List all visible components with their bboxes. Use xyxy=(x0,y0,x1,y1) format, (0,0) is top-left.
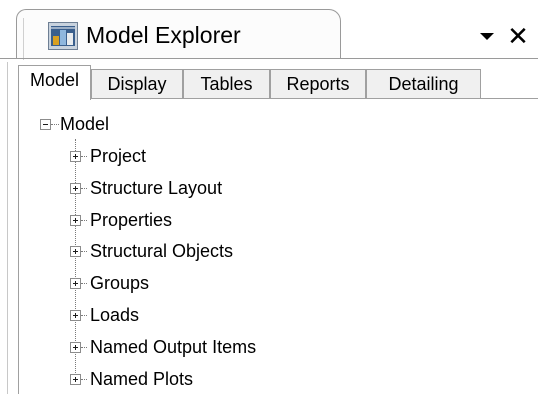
expand-icon[interactable] xyxy=(70,342,81,353)
tree-connector xyxy=(81,156,87,158)
close-icon[interactable]: ✕ xyxy=(505,22,531,50)
tree-connector xyxy=(51,124,59,125)
tree-item-structural-objects[interactable]: Structural Objects xyxy=(90,237,233,265)
title-divider xyxy=(0,58,538,59)
tree-connector xyxy=(81,315,87,317)
tree-item-named-output-items[interactable]: Named Output Items xyxy=(90,333,256,361)
tab-tables[interactable]: Tables xyxy=(183,69,270,99)
tree-connector xyxy=(81,283,87,285)
tree-item-project[interactable]: Project xyxy=(90,142,146,170)
model-tree: Model Project Structure Layout Propertie… xyxy=(18,99,538,394)
dropdown-triangle-icon[interactable] xyxy=(477,27,497,47)
expand-icon[interactable] xyxy=(70,215,81,226)
expand-icon[interactable] xyxy=(70,183,81,194)
tree-connector xyxy=(81,251,87,253)
title-bar: Model Explorer ✕ xyxy=(0,0,538,62)
model-explorer-icon xyxy=(48,22,78,50)
tree-item-groups[interactable]: Groups xyxy=(90,269,149,297)
tree-connector xyxy=(75,139,77,375)
tree-connector xyxy=(81,379,87,381)
tree-item-structure-layout[interactable]: Structure Layout xyxy=(90,174,222,202)
tab-reports[interactable]: Reports xyxy=(270,69,366,99)
tab-model[interactable]: Model xyxy=(18,65,91,100)
tab-strip: Model Display Tables Reports Detailing xyxy=(18,65,538,100)
tree-item-properties[interactable]: Properties xyxy=(90,206,172,234)
tree-connector xyxy=(81,220,87,222)
expand-icon[interactable] xyxy=(70,246,81,257)
expand-icon[interactable] xyxy=(70,310,81,321)
collapse-icon[interactable] xyxy=(40,119,51,130)
expand-icon[interactable] xyxy=(70,374,81,385)
panel-title: Model Explorer xyxy=(86,22,241,48)
expand-icon[interactable] xyxy=(70,278,81,289)
tab-detailing[interactable]: Detailing xyxy=(366,69,481,99)
tree-root-model[interactable]: Model xyxy=(60,110,109,138)
tree-item-loads[interactable]: Loads xyxy=(90,301,139,329)
tree-connector xyxy=(81,188,87,190)
tree-connector xyxy=(81,347,87,349)
tab-display[interactable]: Display xyxy=(91,69,183,99)
model-explorer-window: Model Explorer ✕ Model Display Tables Re… xyxy=(0,0,538,394)
tree-item-named-plots[interactable]: Named Plots xyxy=(90,365,193,393)
expand-icon[interactable] xyxy=(70,151,81,162)
